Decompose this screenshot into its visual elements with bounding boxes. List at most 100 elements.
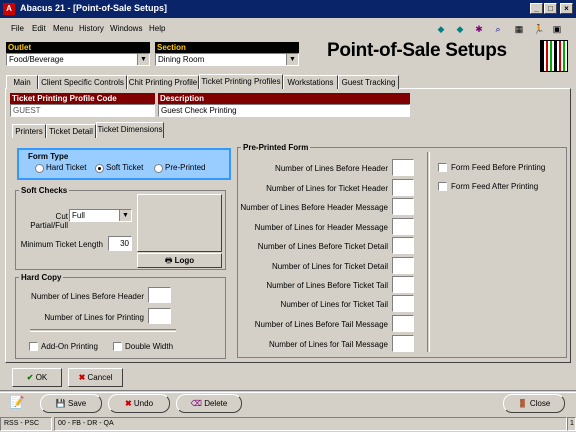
pp-label-1: Number of Lines for Ticket Header [266, 184, 388, 193]
runner-icon[interactable]: 🏃 [531, 21, 547, 37]
up-arrow-icon[interactable]: ◆ [433, 21, 449, 37]
minimize-button[interactable]: _ [530, 3, 543, 14]
cut-value: Full [72, 211, 85, 220]
profile-code-field[interactable]: GUEST [10, 104, 155, 117]
tab-ticket-dimensions[interactable]: Ticket Dimensions [96, 122, 164, 138]
form-feed-after-label: Form Feed After Printing [451, 182, 539, 191]
menu-menu[interactable]: Menu [53, 24, 73, 33]
form-feed-after-checkbox[interactable] [438, 182, 447, 191]
calculator-icon[interactable]: ▦ [511, 21, 527, 37]
down-arrow-icon[interactable]: ◆ [452, 21, 468, 37]
hard-copy-title: Hard Copy [19, 273, 64, 282]
double-width-checkbox[interactable] [113, 342, 122, 351]
radio-pre-printed[interactable] [154, 164, 163, 173]
page-title: Point-of-Sale Setups [327, 40, 507, 61]
close-button[interactable]: 🚪 Close [503, 394, 565, 413]
delete-button[interactable]: ⌫ Delete [176, 394, 242, 413]
tab-chit-printing-profile[interactable]: Chit Printing Profile [127, 75, 199, 89]
preprinted-form-title: Pre-Printed Form [241, 143, 311, 152]
pp-field-2[interactable] [392, 198, 414, 215]
window-icon[interactable]: ▣ [549, 21, 565, 37]
cancel-button[interactable]: ✖ Cancel [68, 368, 123, 387]
undo-button[interactable]: ✖ Undo [108, 394, 170, 413]
pp-label-6: Number of Lines Before Ticket Tail [266, 281, 388, 290]
menu-edit[interactable]: Edit [32, 24, 46, 33]
undo-label: Undo [133, 399, 154, 408]
radio-hard-ticket[interactable] [35, 164, 44, 173]
divider [0, 390, 576, 393]
x-icon: ✖ [124, 399, 132, 408]
pp-field-0[interactable] [392, 159, 414, 176]
pp-field-1[interactable] [392, 179, 414, 196]
tab-guest-tracking[interactable]: Guest Tracking [338, 75, 399, 89]
addon-printing-checkbox[interactable] [29, 342, 38, 351]
tab-workstations[interactable]: Workstations [283, 75, 338, 89]
pp-label-0: Number of Lines Before Header [275, 164, 388, 173]
pp-label-5: Number of Lines for Ticket Detail [271, 262, 388, 271]
form-feed-before-checkbox[interactable] [438, 163, 447, 172]
search-icon[interactable]: ⌕ [490, 21, 506, 37]
chevron-down-icon[interactable]: ▼ [137, 54, 149, 65]
divider [427, 152, 430, 352]
status-middle: 00 - FB - DR - QA [54, 417, 567, 431]
section-value: Dining Room [158, 55, 205, 64]
outlet-label: Outlet [6, 42, 150, 53]
pp-field-3[interactable] [392, 218, 414, 235]
radio-soft-ticket-label: Soft Ticket [106, 163, 144, 172]
section-select[interactable]: Dining Room ▼ [155, 53, 299, 66]
cut-partial-full-select[interactable]: Full ▼ [69, 209, 132, 222]
status-page: 1 [567, 417, 576, 431]
maximize-button[interactable]: □ [544, 3, 557, 14]
tab-main[interactable]: Main [6, 75, 38, 89]
radio-soft-ticket[interactable] [95, 164, 104, 173]
delete-icon: ⌫ [190, 399, 202, 408]
hc-lines-before-header-field[interactable] [148, 287, 171, 303]
chevron-down-icon[interactable]: ▼ [119, 210, 131, 221]
tab-printers[interactable]: Printers [12, 124, 46, 138]
radio-pre-printed-label: Pre-Printed [165, 163, 206, 172]
bug-icon[interactable]: ✱ [471, 21, 487, 37]
pp-field-7[interactable] [392, 295, 414, 312]
pp-field-9[interactable] [392, 335, 414, 352]
ok-label: OK [35, 373, 48, 382]
radio-hard-ticket-label: Hard Ticket [46, 163, 87, 172]
checkmark-icon: ✔ [26, 373, 34, 382]
pp-label-7: Number of Lines for Ticket Tail [280, 300, 388, 309]
addon-printing-label: Add-On Printing [41, 342, 98, 351]
edit-document-icon[interactable]: 📝 [9, 394, 25, 410]
hc-lines-printing-field[interactable] [148, 308, 171, 324]
description-label: Description [158, 93, 410, 104]
ok-button[interactable]: ✔ OK [12, 368, 62, 387]
save-button[interactable]: 💾 Save [40, 394, 102, 413]
chevron-down-icon[interactable]: ▼ [286, 54, 298, 65]
tab-ticket-detail[interactable]: Ticket Detail [46, 124, 96, 138]
min-ticket-length-field[interactable]: 30 [108, 236, 132, 251]
pp-label-4: Number of Lines Before Ticket Detail [257, 242, 388, 251]
logo-button[interactable]: 🖶 Logo [137, 253, 222, 268]
menu-help[interactable]: Help [149, 24, 165, 33]
menu-windows[interactable]: Windows [110, 24, 142, 33]
title-bar: A Abacus 21 - [Point-of-Sale Setups] _ □… [0, 0, 576, 18]
window-title: Abacus 21 - [Point-of-Sale Setups] [20, 3, 168, 13]
section-label: Section [155, 42, 299, 53]
tab-ticket-printing-profiles[interactable]: Ticket Printing Profiles [199, 74, 283, 89]
close-window-button[interactable]: × [560, 3, 573, 14]
hc-lines-before-header-label: Number of Lines Before Header [31, 292, 144, 301]
outlet-value: Food/Beverage [9, 55, 64, 64]
tab-client-specific-controls[interactable]: Client Specific Controls [38, 75, 127, 89]
menu-history[interactable]: History [79, 24, 104, 33]
pp-field-8[interactable] [392, 315, 414, 332]
pp-label-8: Number of Lines Before Tail Message [254, 320, 388, 329]
outlet-select[interactable]: Food/Beverage ▼ [6, 53, 150, 66]
soft-checks-title: Soft Checks [19, 186, 70, 195]
pp-field-4[interactable] [392, 237, 414, 254]
min-ticket-length-label: Minimum Ticket Length [20, 240, 103, 249]
pp-field-5[interactable] [392, 257, 414, 274]
pos-logo-icon [540, 40, 568, 72]
hc-lines-printing-label: Number of Lines for Printing [44, 313, 144, 322]
description-field[interactable]: Guest Check Printing [158, 104, 410, 117]
app-icon: A [3, 3, 15, 15]
delete-label: Delete [204, 399, 228, 408]
pp-field-6[interactable] [392, 276, 414, 293]
menu-file[interactable]: File [11, 24, 24, 33]
